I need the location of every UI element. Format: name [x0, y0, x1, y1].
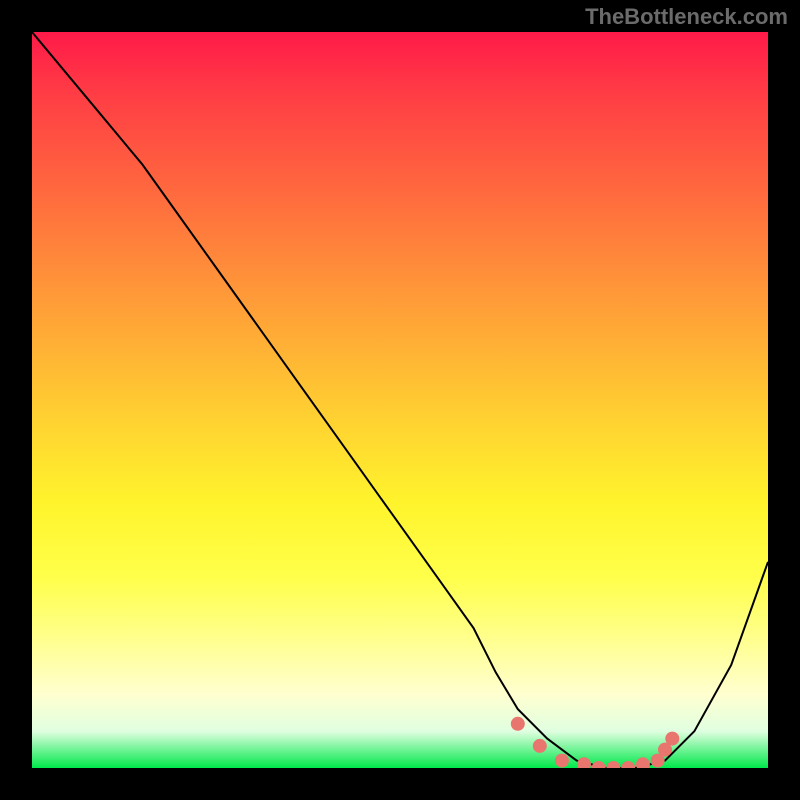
chart-svg — [32, 32, 768, 768]
watermark-text: TheBottleneck.com — [585, 4, 788, 30]
chart-marker — [511, 717, 525, 731]
chart-curve — [32, 32, 768, 768]
chart-marker — [533, 739, 547, 753]
chart-marker — [577, 757, 591, 768]
chart-marker — [636, 757, 650, 768]
chart-marker — [621, 761, 635, 768]
chart-marker — [555, 754, 569, 768]
chart-plot-area — [32, 32, 768, 768]
chart-markers — [511, 717, 680, 768]
chart-marker — [592, 761, 606, 768]
chart-marker — [665, 732, 679, 746]
chart-marker — [606, 761, 620, 768]
